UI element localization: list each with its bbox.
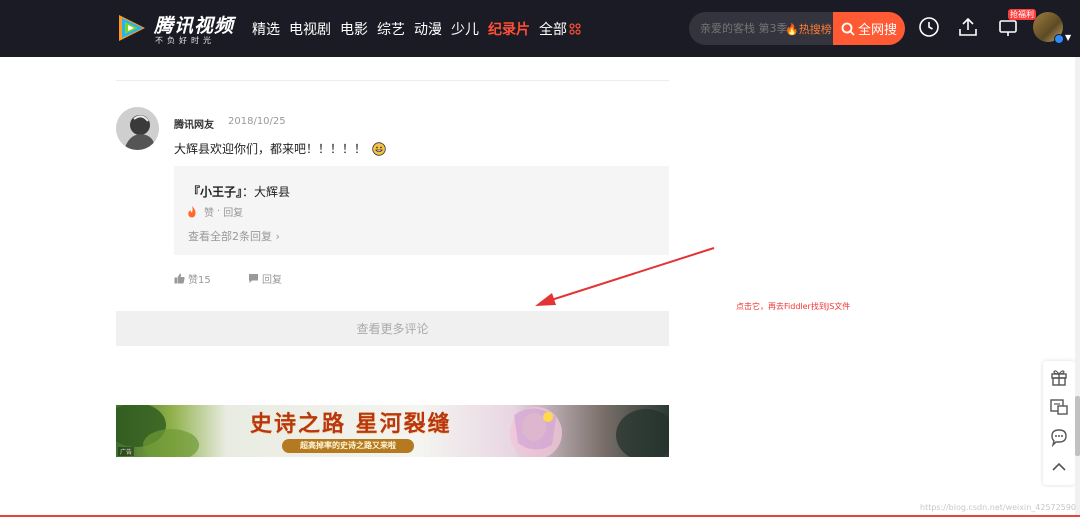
vip-status-dot (1054, 34, 1064, 44)
nav-item-anime[interactable]: 动漫 (414, 19, 442, 39)
search-button-label: 全网搜 (857, 23, 897, 38)
history-clock-icon[interactable] (918, 16, 940, 38)
nav-item-featured[interactable]: 精选 (252, 19, 280, 39)
search-button[interactable]: 全网搜 (833, 12, 905, 45)
page-scrollbar[interactable] (1075, 57, 1080, 517)
source-watermark: https://blog.csdn.net/weixin_42572590 (920, 503, 1077, 512)
reply-like-label[interactable]: 赞 (204, 204, 214, 219)
reply-text: 大辉县 (254, 185, 291, 199)
grid-dots-icon (569, 23, 581, 35)
chevron-right-icon: › (272, 230, 280, 243)
ad-tag: 广告 (118, 447, 135, 456)
comment-text: 大辉县欢迎你们，都来吧！！！！！ (174, 140, 386, 157)
nav-item-all-label: 全部 (539, 22, 567, 38)
banner-title: 史诗之路 星河裂缝 (250, 411, 452, 437)
thumbs-up-icon (174, 273, 185, 284)
comment-text-content: 大辉县欢迎你们，都来吧！！！！！ (174, 142, 367, 156)
nav-item-tv-series[interactable]: 电视剧 (289, 19, 331, 39)
like-count-label: 赞15 (188, 275, 211, 286)
reply-reply-label[interactable]: 回复 (223, 204, 243, 219)
nav-item-documentary[interactable]: 纪录片 (488, 19, 530, 39)
reply-meta: 赞 · 回复 (187, 204, 243, 219)
hot-rank-link[interactable]: 🔥热搜榜 (785, 21, 832, 37)
chevron-down-icon[interactable]: ▼ (1065, 33, 1071, 42)
chat-bubble-icon[interactable] (1049, 427, 1069, 447)
like-button[interactable]: 赞15 (174, 271, 211, 286)
hot-rank-label: 热搜榜 (798, 23, 832, 36)
ad-banner[interactable]: 史诗之路 星河裂缝 超高掉率的史诗之路又来啦 广告 (116, 405, 669, 457)
search-icon (841, 22, 855, 36)
feedback-icon[interactable] (1049, 397, 1069, 417)
right-float-toolbar (1043, 361, 1075, 485)
tencent-video-logo[interactable]: 腾讯视频 不负好时光 (116, 10, 236, 48)
comment-date: 2018/10/25 (228, 116, 286, 127)
annotation-note: 点击它，再去Fiddler找到JS文件 (736, 302, 851, 311)
welfare-badge[interactable]: 抢福利 (1008, 9, 1036, 20)
banner-subtitle: 超高掉率的史诗之路又来啦 (282, 439, 414, 453)
comment-bubble-icon (249, 274, 258, 283)
nav-item-kids[interactable]: 少儿 (451, 19, 479, 39)
reply-meta-dot: · (217, 206, 221, 217)
search-box: 🔥热搜榜 全网搜 (689, 12, 905, 45)
view-more-comments-label: 查看更多评论 (356, 322, 429, 336)
reply-line: 『小王子』：大辉县 (188, 183, 290, 200)
reply-button-label: 回复 (262, 275, 282, 286)
top-navigation-bar: 腾讯视频 不负好时光 精选 电视剧 电影 综艺 动漫 少儿 纪录片 全部 🔥热搜… (0, 0, 1080, 57)
grin-emoji-icon (372, 142, 386, 156)
commenter-avatar[interactable] (116, 107, 159, 150)
upload-icon[interactable] (957, 16, 979, 38)
play-logo-icon (119, 15, 145, 41)
section-divider (116, 80, 669, 81)
view-more-comments-button[interactable]: 查看更多评论 (116, 311, 669, 346)
brand-name: 腾讯视频 (154, 15, 235, 37)
search-input[interactable] (689, 12, 800, 45)
avatar-image (116, 107, 159, 150)
nav-item-movies[interactable]: 电影 (340, 19, 368, 39)
reply-username[interactable]: 『小王子』 (188, 185, 242, 199)
reply-separator: ： (242, 185, 255, 199)
main-nav: 精选 电视剧 电影 综艺 动漫 少儿 纪录片 全部 (252, 19, 590, 39)
gift-icon[interactable] (1049, 367, 1069, 387)
flame-icon: 🔥 (785, 23, 799, 36)
comment-username[interactable]: 腾讯网友 (174, 116, 214, 131)
nav-item-all[interactable]: 全部 (539, 19, 581, 39)
view-all-replies-link[interactable]: 查看全部2条回复 › (188, 228, 280, 244)
brand-slogan: 不负好时光 (155, 36, 215, 45)
back-to-top-icon[interactable] (1049, 457, 1069, 477)
view-all-replies-label: 查看全部2条回复 (188, 230, 272, 243)
flame-like-icon[interactable] (187, 205, 197, 218)
nav-item-variety[interactable]: 综艺 (377, 19, 405, 39)
reply-button[interactable]: 回复 (248, 271, 282, 286)
reply-box: 『小王子』：大辉县 赞 · 回复 查看全部2条回复 › (174, 166, 669, 255)
scrollbar-thumb[interactable] (1075, 396, 1080, 456)
